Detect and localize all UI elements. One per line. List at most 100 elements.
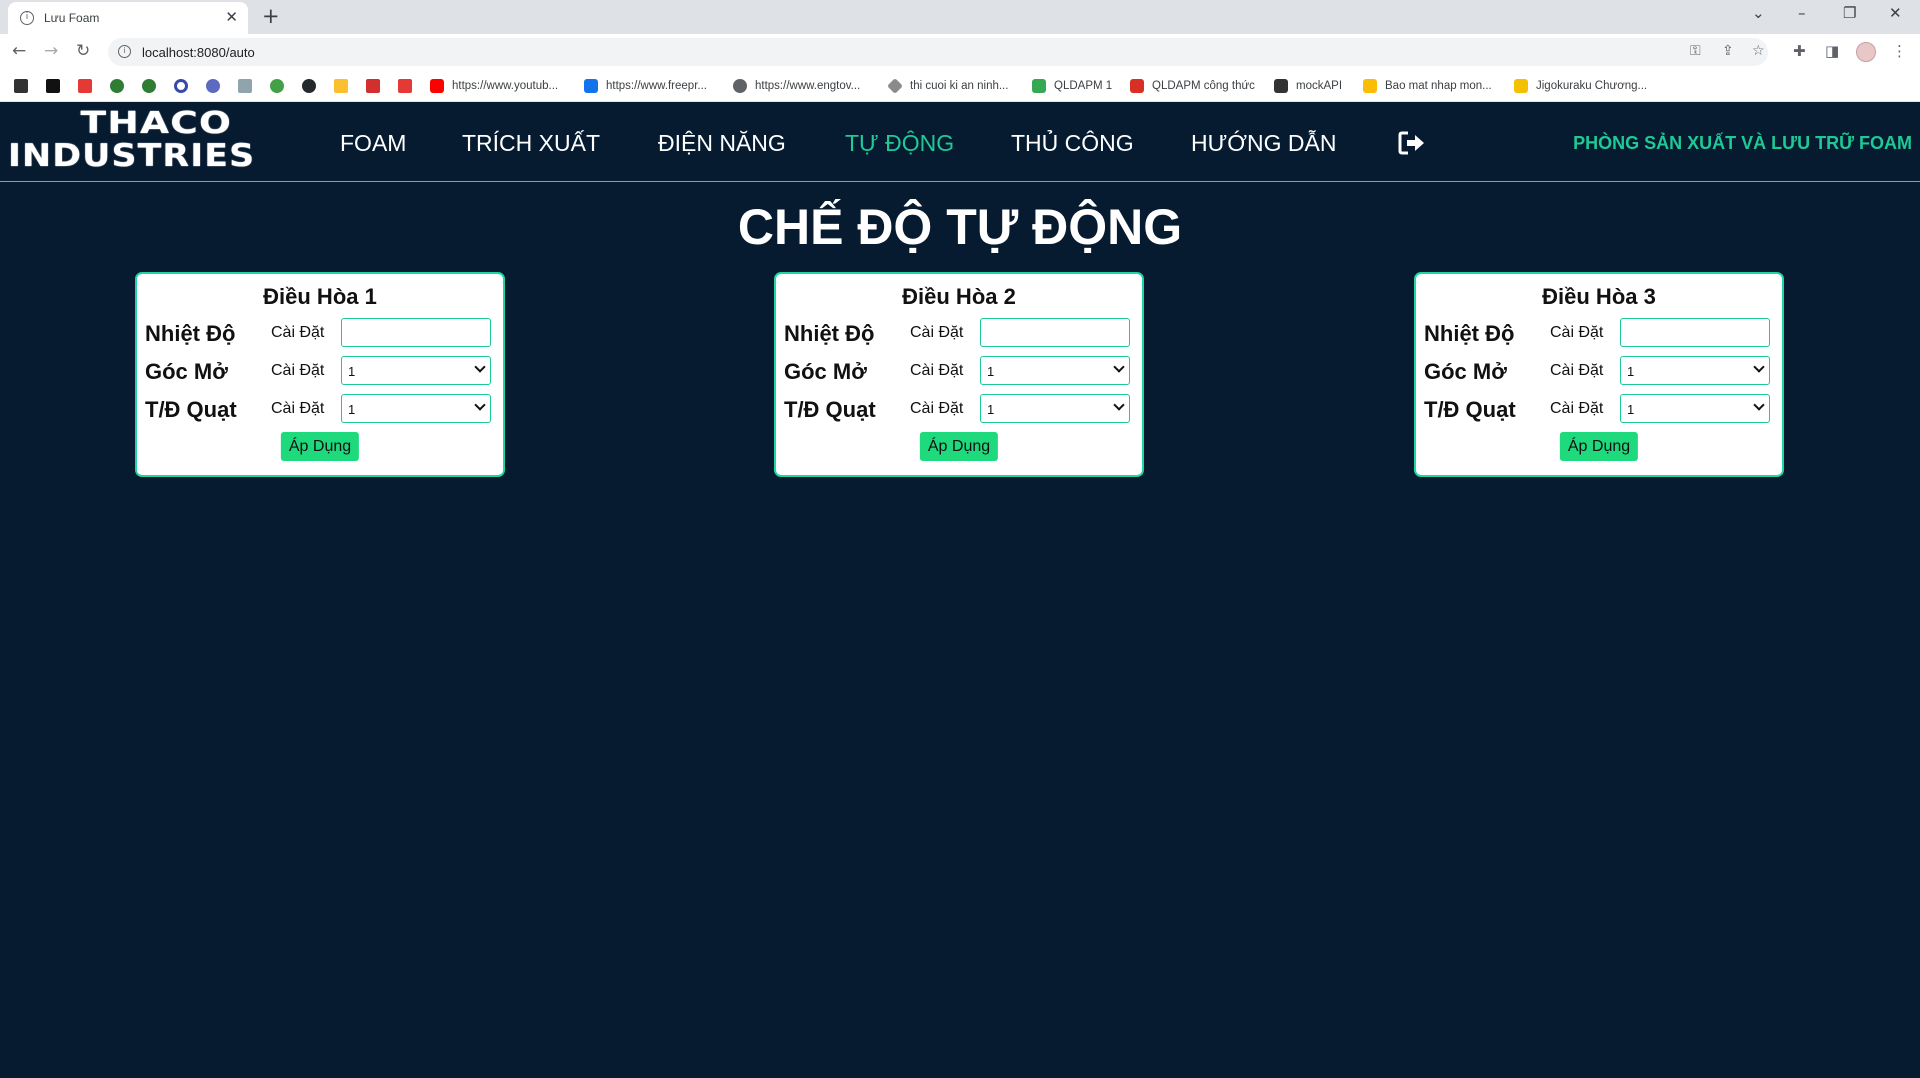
- url-text[interactable]: localhost:8080/auto: [142, 45, 255, 60]
- bookmark-app-icon[interactable]: [110, 79, 124, 93]
- angle-select[interactable]: 1: [980, 356, 1130, 385]
- select-value: 1: [987, 364, 995, 379]
- angle-row: Góc Mở Cài Đặt 1: [784, 356, 1134, 386]
- bookmark-app-icon[interactable]: [366, 79, 380, 93]
- tab-search-icon[interactable]: ⌄: [1752, 4, 1765, 22]
- chevron-down-icon: [1753, 361, 1765, 373]
- bookmark-item[interactable]: QLDAPM công thức: [1130, 78, 1255, 94]
- panel-title: Điều Hòa 2: [902, 284, 1016, 309]
- row-sub-label: Cài Đặt: [271, 324, 325, 341]
- bookmark-app-icon[interactable]: [14, 79, 28, 93]
- logout-icon[interactable]: [1397, 129, 1427, 157]
- site-info-icon[interactable]: i: [118, 45, 131, 58]
- chevron-down-icon: [474, 361, 486, 373]
- new-tab-icon[interactable]: +: [262, 4, 280, 28]
- temperature-row: Nhiệt Độ Cài Đặt: [784, 318, 1134, 348]
- browser-tab[interactable]: i Lưu Foam ✕: [8, 2, 248, 34]
- globe-icon: [733, 79, 747, 93]
- bookmark-app-icon[interactable]: [238, 79, 252, 93]
- nav-dien-nang[interactable]: ĐIỆN NĂNG: [658, 130, 786, 157]
- panel-title: Điều Hòa 3: [1542, 284, 1656, 309]
- bookmark-app-icon[interactable]: [174, 79, 188, 93]
- share-icon[interactable]: ⇪: [1722, 43, 1734, 59]
- bookmark-item[interactable]: QLDAPM 1: [1032, 78, 1112, 94]
- angle-select[interactable]: 1: [1620, 356, 1770, 385]
- nav-tu-dong[interactable]: TỰ ĐỘNG: [845, 130, 954, 157]
- bookmark-app-icon[interactable]: [398, 79, 412, 93]
- row-label: Góc Mở: [784, 359, 867, 384]
- row-label: Nhiệt Độ: [1424, 321, 1515, 346]
- github-icon[interactable]: [302, 79, 316, 93]
- reload-icon[interactable]: ↻: [76, 41, 90, 61]
- back-icon[interactable]: ←: [12, 41, 26, 61]
- brand-logo[interactable]: THACO INDUSTRIES: [8, 108, 284, 178]
- list-icon: [1130, 79, 1144, 93]
- row-sub-label: Cài Đặt: [910, 400, 964, 417]
- bookmark-item[interactable]: Bao mat nhap mon...: [1363, 78, 1492, 94]
- bookmark-item[interactable]: mockAPI: [1274, 78, 1342, 94]
- nav-thu-cong[interactable]: THỦ CÔNG: [1011, 130, 1134, 157]
- bookmark-item[interactable]: thi cuoi ki an ninh...: [887, 78, 1008, 94]
- bookmark-app-icon[interactable]: [334, 79, 348, 93]
- row-sub-label: Cài Đặt: [271, 362, 325, 379]
- chevron-down-icon: [474, 399, 486, 411]
- bookmark-app-icon[interactable]: [46, 79, 60, 93]
- apply-button[interactable]: Áp Dụng: [280, 432, 360, 461]
- bookmark-item[interactable]: https://www.youtub...: [430, 78, 558, 94]
- minimize-icon[interactable]: –: [1798, 4, 1806, 22]
- row-label: Góc Mở: [1424, 359, 1507, 384]
- apply-button[interactable]: Áp Dụng: [1559, 432, 1639, 461]
- close-tab-icon[interactable]: ✕: [225, 8, 238, 26]
- fan-speed-select[interactable]: 1: [1620, 394, 1770, 423]
- profile-avatar[interactable]: [1856, 42, 1876, 62]
- temperature-input[interactable]: [980, 318, 1130, 347]
- api-icon: [1274, 79, 1288, 93]
- star-icon[interactable]: ☆: [1752, 43, 1765, 59]
- temperature-row: Nhiệt Độ Cài Đặt: [1424, 318, 1774, 348]
- nav-huong-dan[interactable]: HƯỚNG DẪN: [1191, 130, 1336, 157]
- select-value: 1: [1627, 364, 1635, 379]
- freepik-icon: [584, 79, 598, 93]
- bookmark-item[interactable]: https://www.engtov...: [733, 78, 860, 94]
- window-close-icon[interactable]: ✕: [1889, 4, 1902, 22]
- fan-speed-select[interactable]: 1: [980, 394, 1130, 423]
- bookmark-app-icon[interactable]: [142, 79, 156, 93]
- panel-title: Điều Hòa 1: [263, 284, 377, 309]
- restore-icon[interactable]: ❐: [1843, 4, 1856, 22]
- n-icon: [1514, 79, 1528, 93]
- temperature-row: Nhiệt Độ Cài Đặt: [145, 318, 495, 348]
- tab-title: Lưu Foam: [44, 11, 100, 25]
- page-title: CHẾ ĐỘ TỰ ĐỘNG: [737, 199, 1183, 255]
- brand-line-2: INDUSTRIES: [8, 138, 256, 174]
- select-value: 1: [987, 402, 995, 417]
- menu-kebab-icon[interactable]: ⋮: [1892, 42, 1907, 60]
- browser-tab-strip: i Lưu Foam ✕ + ⌄ – ❐ ✕: [0, 0, 1920, 34]
- row-label: T/Đ Quạt: [1424, 397, 1516, 422]
- key-icon[interactable]: ⚿: [1690, 43, 1701, 59]
- forward-icon[interactable]: →: [44, 41, 58, 61]
- nav-foam[interactable]: FOAM: [340, 130, 406, 157]
- temperature-input[interactable]: [341, 318, 491, 347]
- row-label: Nhiệt Độ: [145, 321, 236, 346]
- top-navbar: THACO INDUSTRIES FOAM TRÍCH XUẤT ĐIỆN NĂ…: [0, 102, 1920, 182]
- bookmark-item[interactable]: https://www.freepr...: [584, 78, 707, 94]
- select-value: 1: [1627, 402, 1635, 417]
- fan-speed-row: T/Đ Quạt Cài Đặt 1: [1424, 394, 1774, 424]
- fan-speed-select[interactable]: 1: [341, 394, 491, 423]
- temperature-input[interactable]: [1620, 318, 1770, 347]
- row-sub-label: Cài Đặt: [910, 324, 964, 341]
- side-panel-icon[interactable]: ◨: [1825, 42, 1839, 60]
- row-label: T/Đ Quạt: [145, 397, 237, 422]
- sheets-icon: [1032, 79, 1046, 93]
- nav-trich-xuat[interactable]: TRÍCH XUẤT: [462, 130, 600, 157]
- apply-button[interactable]: Áp Dụng: [919, 432, 999, 461]
- bookmark-app-icon[interactable]: [206, 79, 220, 93]
- extensions-icon[interactable]: ✚: [1793, 42, 1806, 60]
- bookmark-item[interactable]: Jigokuraku Chương...: [1514, 78, 1647, 94]
- chevron-down-icon: [1753, 399, 1765, 411]
- bookmark-app-icon[interactable]: [270, 79, 284, 93]
- bookmark-app-icon[interactable]: [78, 79, 92, 93]
- select-value: 1: [348, 364, 356, 379]
- angle-select[interactable]: 1: [341, 356, 491, 385]
- address-bar[interactable]: i localhost:8080/auto ⚿ ⇪ ☆: [108, 38, 1768, 66]
